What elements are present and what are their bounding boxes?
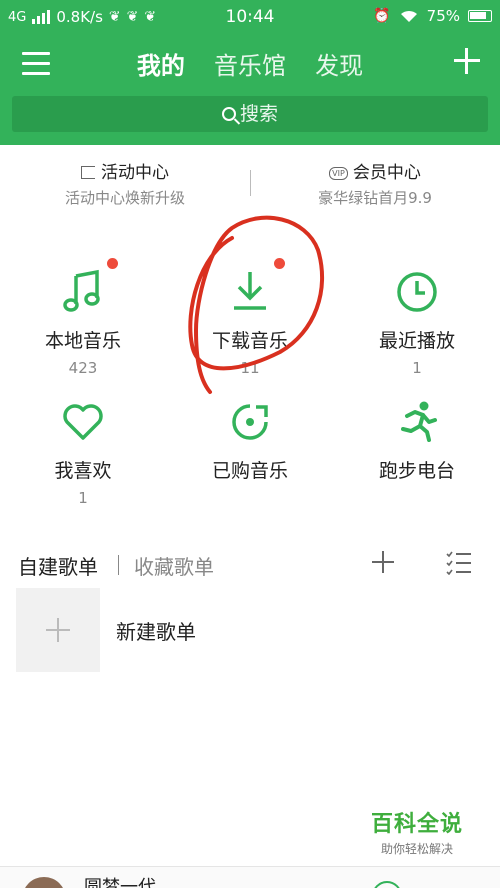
new-playlist-plus-icon — [16, 588, 100, 672]
heart-icon — [63, 404, 103, 440]
activity-center-subtitle: 活动中心焕新升级 — [64, 189, 185, 207]
grid-running-radio[interactable]: 跑步电台 — [334, 398, 500, 489]
tab-discover[interactable]: 发现 — [315, 46, 363, 81]
new-playlist-label: 新建歌单 — [116, 620, 196, 644]
tab-mine[interactable]: 我的 — [137, 46, 185, 81]
purchased-disc-icon — [232, 404, 268, 440]
grid-download-music[interactable]: 下载音乐 11 — [167, 258, 333, 377]
grid-recent-play[interactable]: 最近播放 1 — [334, 268, 500, 377]
grid-count: 1 — [78, 489, 88, 507]
new-badge-dot — [107, 258, 118, 269]
grid-count: 423 — [68, 359, 98, 377]
running-icon — [401, 401, 437, 442]
grid-count: 1 — [412, 359, 422, 377]
grid-count: 11 — [240, 359, 260, 377]
search-label: 搜索 — [239, 103, 278, 125]
vip-center-title: VIP 会员中心 — [250, 158, 500, 183]
grid-purchased-music[interactable]: 已购音乐 — [167, 398, 333, 489]
search-icon — [221, 107, 236, 121]
grid-label: 我喜欢 — [54, 460, 112, 482]
search-bar[interactable]: 搜索 — [12, 96, 488, 132]
vip-center[interactable]: VIP 会员中心 豪华绿钻首月9.9 — [250, 158, 500, 208]
grid-favorites[interactable]: 我喜欢 1 — [0, 398, 166, 507]
grid-label: 最近播放 — [378, 330, 455, 352]
wifi-icon — [400, 10, 417, 22]
vip-center-subtitle: 豪华绿钻首月9.9 — [318, 189, 432, 207]
alarm-icon: ⏰ — [373, 8, 391, 24]
vip-icon: VIP — [329, 167, 348, 180]
music-note-icon — [63, 269, 100, 312]
grid-label: 跑步电台 — [378, 460, 455, 482]
add-playlist-icon[interactable] — [372, 551, 394, 573]
flag-icon — [81, 166, 95, 179]
battery-percent: 75% — [426, 7, 460, 25]
status-right: ⏰ 75% — [373, 7, 492, 25]
watermark-logo: 百科全说 助你轻松解决 — [352, 806, 482, 866]
download-icon — [234, 272, 266, 310]
clock-icon — [397, 272, 437, 312]
mini-player[interactable]: 圆梦一代 — [0, 866, 500, 888]
battery-icon — [468, 10, 492, 22]
status-bar: 4G 0.8K/s ❦ ❦ ❦ 10:44 ⏰ 75% — [0, 0, 500, 34]
tab-created-playlists[interactable]: 自建歌单 — [18, 551, 98, 580]
new-badge-dot — [274, 258, 285, 269]
manage-list-icon[interactable] — [446, 551, 472, 575]
activity-center-title: 活动中心 — [0, 158, 250, 183]
main-tabs: 我的 音乐馆 发现 — [0, 46, 500, 81]
grid-local-music[interactable]: 本地音乐 423 — [0, 258, 166, 377]
song-title: 圆梦一代 — [84, 877, 156, 888]
grid-label: 本地音乐 — [44, 330, 121, 352]
add-icon[interactable] — [452, 46, 482, 76]
album-cover — [22, 877, 66, 888]
top-header: 4G 0.8K/s ❦ ❦ ❦ 10:44 ⏰ 75% 我的 音乐馆 发现 搜索 — [0, 0, 500, 145]
playlist-header: 自建歌单 收藏歌单 — [0, 545, 500, 585]
watermark-slogan: 助你轻松解决 — [380, 842, 453, 856]
grid-label: 下载音乐 — [211, 330, 288, 352]
tab-collected-playlists[interactable]: 收藏歌单 — [134, 551, 214, 580]
grid-label: 已购音乐 — [211, 460, 288, 482]
nav-row: 我的 音乐馆 发现 — [0, 42, 500, 88]
tab-music-hall[interactable]: 音乐馆 — [214, 46, 286, 81]
watermark-brand: 百科全说 — [370, 812, 463, 837]
new-playlist-item[interactable]: 新建歌单 — [16, 588, 486, 672]
tab-separator — [118, 555, 119, 575]
centers-row: 活动中心 活动中心焕新升级 VIP 会员中心 豪华绿钻首月9.9 — [0, 150, 500, 220]
play-control-icon[interactable] — [372, 881, 402, 888]
activity-center[interactable]: 活动中心 活动中心焕新升级 — [0, 158, 250, 208]
